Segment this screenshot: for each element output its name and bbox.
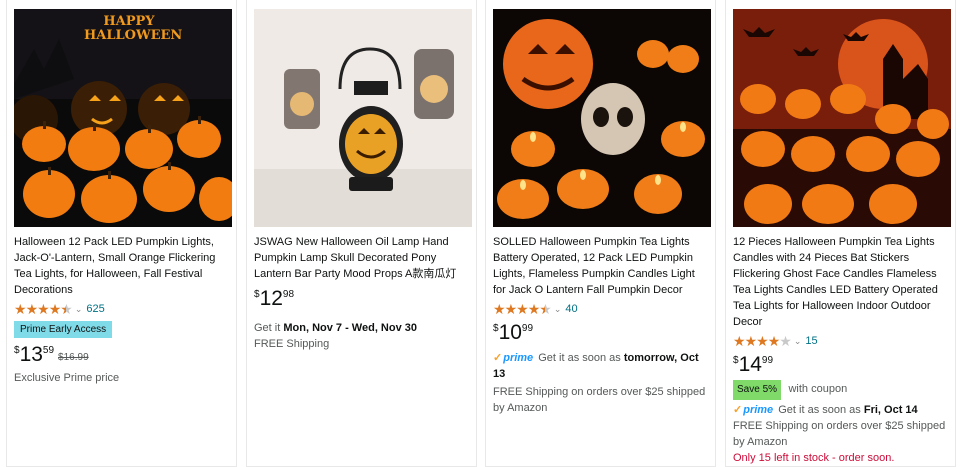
price-fraction: 98 (282, 289, 295, 300)
product-image[interactable] (254, 9, 472, 227)
rating-count[interactable]: 40 (565, 303, 577, 315)
delivery-prefix: Get it (254, 322, 281, 334)
star-icon: ★ (516, 301, 529, 317)
tea-lights-skull-photo (493, 9, 711, 227)
chevron-down-icon[interactable]: ⌄ (794, 336, 802, 347)
price-whole: 14 (738, 353, 762, 376)
product-title[interactable]: SOLLED Halloween Pumpkin Tea Lights Batt… (493, 234, 709, 298)
price[interactable]: $ 10 99 (493, 322, 709, 346)
coupon-text: with coupon (788, 383, 848, 395)
list-price: $16.99 (58, 352, 89, 363)
rating[interactable]: ★ ★ ★ ★ ★ ⌄ 625 (14, 301, 230, 317)
product-card: 12 Pieces Halloween Pumpkin Tea Lights C… (725, 0, 956, 467)
star-icon: ★ (25, 301, 39, 317)
star-icon: ★ (733, 333, 746, 349)
rating-count[interactable]: 625 (86, 303, 104, 315)
product-image[interactable]: HAPPY HALLOWEEN (14, 9, 232, 227)
rating-count[interactable]: 15 (805, 335, 817, 347)
product-image[interactable] (493, 9, 711, 227)
price-fraction: 99 (761, 355, 774, 366)
star-icon: ★ (767, 333, 781, 349)
price-fraction: 99 (521, 323, 534, 334)
price[interactable]: $ 12 98 (254, 288, 470, 312)
star-icon: ★ (493, 301, 506, 317)
product-card: JSWAG New Halloween Oil Lamp Hand Pumpki… (246, 0, 477, 467)
price-fraction: 59 (42, 345, 55, 356)
rating[interactable]: ★ ★ ★ ★ ★ ⌄ 40 (493, 301, 709, 317)
prime-early-access-badge: Prime Early Access (14, 321, 113, 338)
product-card: HAPPY HALLOWEEN Halloween 12 Pack LED Pu… (6, 0, 237, 467)
bat-tea-lights-photo (733, 9, 951, 227)
coupon-row[interactable]: Save 5% with coupon (733, 380, 949, 400)
star-icon: ★ (527, 301, 541, 317)
star-icon: ★ (48, 301, 62, 317)
save-coupon-badge[interactable]: Save 5% (733, 380, 782, 400)
product-title[interactable]: JSWAG New Halloween Oil Lamp Hand Pumpki… (254, 234, 470, 282)
star-icon: ★ (744, 333, 758, 349)
star-icon: ★ (756, 333, 769, 349)
stock-warning: Only 15 left in stock - order soon. (733, 452, 895, 464)
shipping-info: FREE Shipping on orders over $25 shipped… (493, 386, 706, 414)
delivery-dates: Mon, Nov 7 - Wed, Nov 30 (283, 322, 418, 334)
star-rating: ★ ★ ★ ★ ★ (14, 301, 73, 317)
star-rating: ★ ★ ★ ★ ★ (733, 333, 792, 349)
oil-lamp-photo (254, 9, 472, 227)
prime-logo-icon: ✓ prime (733, 404, 774, 416)
star-icon: ★ (504, 301, 518, 317)
prime-logo-icon: ✓ prime (493, 352, 534, 364)
price-whole: 12 (259, 287, 283, 310)
star-icon: ★ (14, 301, 27, 317)
delivery-info: ✓ prime Get it as soon as Fri, Oct 14 (733, 402, 949, 418)
delivery-prefix: Get it as soon as (778, 404, 861, 416)
price-whole: 13 (19, 343, 43, 366)
product-title[interactable]: Halloween 12 Pack LED Pumpkin Lights, Ja… (14, 234, 230, 298)
star-rating: ★ ★ ★ ★ ★ (493, 301, 552, 317)
product-title[interactable]: 12 Pieces Halloween Pumpkin Tea Lights C… (733, 234, 949, 330)
prime-price-note: Exclusive Prime price (14, 372, 120, 384)
product-image[interactable] (733, 9, 951, 227)
chevron-down-icon[interactable]: ⌄ (554, 304, 562, 315)
star-half-icon: ★ (60, 301, 73, 317)
delivery-info: ✓ prime Get it as soon as tomorrow, Oct 1… (493, 350, 709, 382)
delivery-date: Fri, Oct 14 (863, 404, 918, 416)
price[interactable]: $ 13 59 $16.99 (14, 344, 230, 368)
price[interactable]: $ 14 99 (733, 354, 949, 378)
star-icon: ★ (37, 301, 50, 317)
rating[interactable]: ★ ★ ★ ★ ★ ⌄ 15 (733, 333, 949, 349)
star-empty-icon: ★ (779, 333, 792, 349)
product-card: SOLLED Halloween Pumpkin Tea Lights Batt… (485, 0, 716, 467)
price-whole: 10 (498, 321, 522, 344)
star-half-icon: ★ (539, 301, 552, 317)
delivery-prefix: Get it as soon as (538, 352, 621, 364)
chevron-down-icon[interactable]: ⌄ (75, 304, 83, 315)
shipping-info: FREE Shipping (254, 338, 330, 350)
image-banner-text: HAPPY HALLOWEEN (84, 14, 183, 43)
delivery-info: Get it Mon, Nov 7 - Wed, Nov 30 (254, 320, 470, 336)
shipping-info: FREE Shipping on orders over $25 shipped… (733, 420, 946, 448)
